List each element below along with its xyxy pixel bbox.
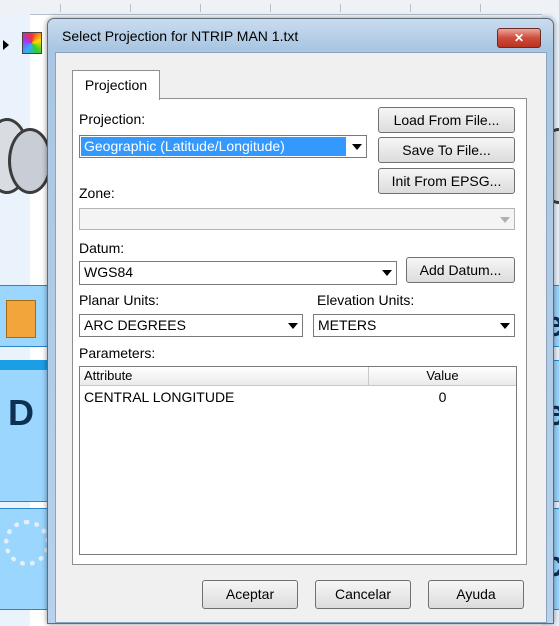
chevron-down-icon[interactable] [348,137,365,156]
elevation-units-label: Elevation Units: [317,292,415,308]
projection-tab-panel: Projection: Geographic (Latitude/Longitu… [72,98,527,565]
parameters-label: Parameters: [79,345,156,361]
chevron-down-icon[interactable] [284,316,301,335]
save-to-file-button[interactable]: Save To File... [378,137,515,163]
select-projection-dialog: Select Projection for NTRIP MAN 1.txt ✕ … [47,18,554,624]
accept-button[interactable]: Aceptar [202,580,298,609]
dialog-title: Select Projection for NTRIP MAN 1.txt [62,28,299,44]
parameters-table[interactable]: Attribute Value CENTRAL LONGITUDE 0 [79,366,517,555]
toolbar-arrow-icon[interactable] [3,40,9,50]
planar-units-select[interactable]: ARC DEGREES [79,314,303,337]
close-button[interactable]: ✕ [497,28,541,48]
planar-units-select-value: ARC DEGREES [84,317,186,333]
background-panel-band [0,360,47,370]
elevation-units-select[interactable]: METERS [313,314,515,337]
add-datum-button[interactable]: Add Datum... [406,257,515,283]
column-header-attribute[interactable]: Attribute [80,367,369,386]
close-icon: ✕ [513,31,525,45]
table-cell-attribute[interactable]: CENTRAL LONGITUDE [84,388,234,406]
elevation-units-select-value: METERS [318,317,377,333]
gears-icon [4,520,50,566]
background-text: D [8,392,34,433]
chevron-down-icon[interactable] [496,316,513,335]
datum-select[interactable]: WGS84 [79,261,397,285]
tab-projection[interactable]: Projection [72,70,160,100]
column-header-value[interactable]: Value [369,367,516,386]
background-toolbar [0,0,559,15]
init-from-epsg-button[interactable]: Init From EPSG... [378,168,515,194]
planar-units-label: Planar Units: [79,292,160,308]
table-cell-value[interactable]: 0 [369,388,516,406]
datum-label: Datum: [79,240,125,256]
projection-label: Projection: [79,111,146,127]
datum-select-value: WGS84 [84,264,134,280]
folder-icon [6,300,36,338]
grid-icon[interactable] [22,32,42,54]
dialog-client-area: Projection Projection: Geographic (Latit… [55,52,547,623]
chevron-down-icon[interactable] [496,210,513,228]
zone-select[interactable] [79,208,515,230]
cancel-button[interactable]: Cancelar [315,580,411,609]
projection-select-value: Geographic (Latitude/Longitude) [81,137,346,156]
load-from-file-button[interactable]: Load From File... [378,107,515,133]
chevron-down-icon[interactable] [378,263,395,283]
projection-select[interactable]: Geographic (Latitude/Longitude) [79,135,367,158]
zone-label: Zone: [79,185,115,201]
seal-icon [8,128,52,194]
help-button[interactable]: Ayuda [428,580,524,609]
